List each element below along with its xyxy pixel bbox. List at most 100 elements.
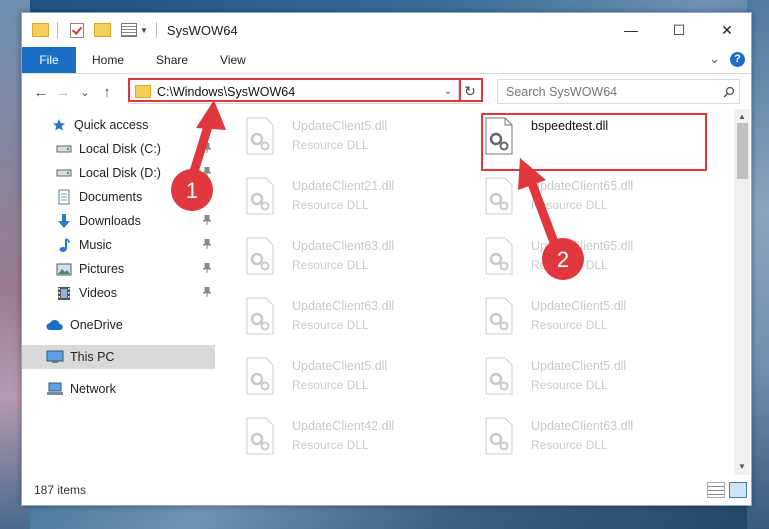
navigation-pane: Quick access Local Disk (C:) Local Disk …	[22, 109, 215, 475]
videos-icon	[55, 285, 73, 301]
dll-file-icon	[246, 357, 274, 395]
details-view-button[interactable]	[707, 482, 725, 498]
list-item[interactable]: UpdateClient5.dll Resource DLL	[476, 353, 706, 411]
file-name: UpdateClient5.dll	[292, 359, 388, 373]
file-type: Resource DLL	[292, 438, 369, 452]
file-type: Resource DLL	[292, 378, 369, 392]
file-type: Resource DLL	[531, 198, 608, 212]
sidebar-item-local-disk-c[interactable]: Local Disk (C:)	[22, 137, 215, 161]
window-title: SysWOW64	[166, 22, 238, 38]
cloud-icon	[46, 317, 64, 333]
pin-icon[interactable]	[203, 263, 211, 273]
file-type: Resource DLL	[531, 318, 608, 332]
pin-icon[interactable]	[203, 191, 211, 201]
list-item[interactable]: UpdateClient21.dll Resource DLL	[237, 173, 467, 231]
list-item[interactable]: UpdateClient5.dll Resource DLL	[237, 353, 467, 411]
new-folder-icon[interactable]	[94, 23, 111, 37]
list-item[interactable]: UpdateClient63.dll Resource DLL	[237, 233, 467, 291]
large-icons-view-button[interactable]	[729, 482, 747, 498]
file-explorer-window: ▼ SysWOW64 — ☐ ✕ File Home Share View ⌄ …	[21, 12, 752, 506]
sidebar-item-label: Network	[70, 382, 116, 396]
help-icon[interactable]: ?	[730, 51, 745, 67]
drive-icon	[55, 165, 73, 181]
maximize-button[interactable]: ☐	[655, 13, 703, 47]
vertical-scrollbar[interactable]: ▲ ▼	[734, 109, 750, 475]
properties-check-icon[interactable]	[70, 22, 84, 38]
network-icon	[46, 381, 64, 397]
sidebar-item-quick-access[interactable]: Quick access	[22, 113, 215, 137]
forward-button[interactable]: →	[52, 84, 74, 101]
scroll-down-icon[interactable]: ▼	[734, 459, 750, 475]
expand-ribbon-icon[interactable]: ⌄	[709, 51, 720, 67]
sidebar-item-network[interactable]: Network	[22, 377, 215, 401]
sidebar-item-label: Music	[79, 238, 112, 252]
pin-icon[interactable]	[203, 239, 211, 249]
list-item[interactable]: UpdateClient42.dll Resource DLL	[237, 413, 467, 471]
minimize-button[interactable]: —	[607, 13, 655, 47]
pin-icon[interactable]	[203, 215, 211, 225]
file-name: UpdateClient5.dll	[531, 299, 627, 313]
tab-share[interactable]: Share	[140, 47, 204, 73]
sidebar-item-pictures[interactable]: Pictures	[22, 257, 215, 281]
pin-icon[interactable]	[203, 167, 211, 177]
list-item[interactable]: UpdateClient65.dll Resource DLL	[476, 173, 706, 231]
sidebar-item-label: Local Disk (D:)	[79, 166, 161, 180]
item-count: 187 items	[34, 483, 87, 497]
file-name: UpdateClient42.dll	[292, 419, 395, 433]
sidebar-item-onedrive[interactable]: OneDrive	[22, 313, 215, 337]
sidebar-item-videos[interactable]: Videos	[22, 281, 215, 305]
back-button[interactable]: ←	[30, 84, 52, 101]
file-name: UpdateClient63.dll	[531, 419, 634, 433]
sidebar-item-label: Documents	[79, 190, 143, 204]
up-button[interactable]: ↑	[96, 84, 118, 101]
computer-icon	[46, 349, 64, 365]
close-button[interactable]: ✕	[703, 13, 751, 47]
tab-file[interactable]: File	[22, 47, 76, 73]
file-highlight-box	[481, 113, 707, 171]
pin-icon[interactable]	[203, 287, 211, 297]
list-item[interactable]: UpdateClient63.dll Resource DLL	[476, 413, 706, 471]
list-item[interactable]: UpdateClient5.dll Resource DLL	[237, 113, 467, 171]
dll-file-icon	[246, 297, 274, 335]
chevron-down-icon[interactable]: ▼	[140, 26, 148, 35]
file-type: Resource DLL	[292, 258, 369, 272]
search-icon[interactable]	[719, 86, 739, 98]
list-item[interactable]: UpdateClient65.dll Resource DLL	[476, 233, 706, 291]
dll-file-icon	[246, 117, 274, 155]
sidebar-item-downloads[interactable]: Downloads	[22, 209, 215, 233]
file-name: UpdateClient5.dll	[292, 119, 388, 133]
tab-home[interactable]: Home	[76, 47, 140, 73]
file-name: UpdateClient63.dll	[292, 299, 395, 313]
sidebar-item-music[interactable]: Music	[22, 233, 215, 257]
pictures-icon	[55, 261, 73, 277]
star-icon	[50, 117, 68, 133]
dll-file-icon	[485, 417, 513, 455]
window-controls: — ☐ ✕	[607, 13, 751, 47]
tab-view[interactable]: View	[204, 47, 262, 73]
music-icon	[55, 237, 73, 253]
download-icon	[55, 213, 73, 229]
customize-toolbar-icon[interactable]	[121, 23, 137, 37]
sidebar-item-this-pc[interactable]: This PC	[22, 345, 215, 369]
list-item[interactable]: UpdateClient5.dll Resource DLL	[476, 293, 706, 351]
toolbar-divider	[155, 22, 157, 38]
sidebar-item-label: Quick access	[74, 118, 149, 132]
recent-locations-button[interactable]: ⌄	[74, 86, 96, 99]
file-name: UpdateClient5.dll	[531, 359, 627, 373]
pin-icon[interactable]	[203, 143, 211, 153]
view-toggle	[707, 482, 747, 498]
sidebar-item-documents[interactable]: Documents	[22, 185, 215, 209]
dll-file-icon	[246, 177, 274, 215]
search-input[interactable]	[504, 83, 719, 100]
search-box[interactable]	[497, 79, 740, 104]
navigation-bar: ← → ⌄ ↑ C:\Windows\SysWOW64 ⌄ ↻	[22, 74, 751, 110]
sidebar-item-local-disk-d[interactable]: Local Disk (D:)	[22, 161, 215, 185]
address-highlight-box	[128, 78, 483, 102]
sidebar-item-label: OneDrive	[70, 318, 123, 332]
file-name: UpdateClient65.dll	[531, 179, 634, 193]
sidebar-item-label: This PC	[70, 350, 115, 364]
scroll-thumb[interactable]	[737, 123, 748, 179]
list-item[interactable]: UpdateClient63.dll Resource DLL	[237, 293, 467, 351]
file-type: Resource DLL	[531, 258, 608, 272]
documents-icon	[55, 189, 73, 205]
